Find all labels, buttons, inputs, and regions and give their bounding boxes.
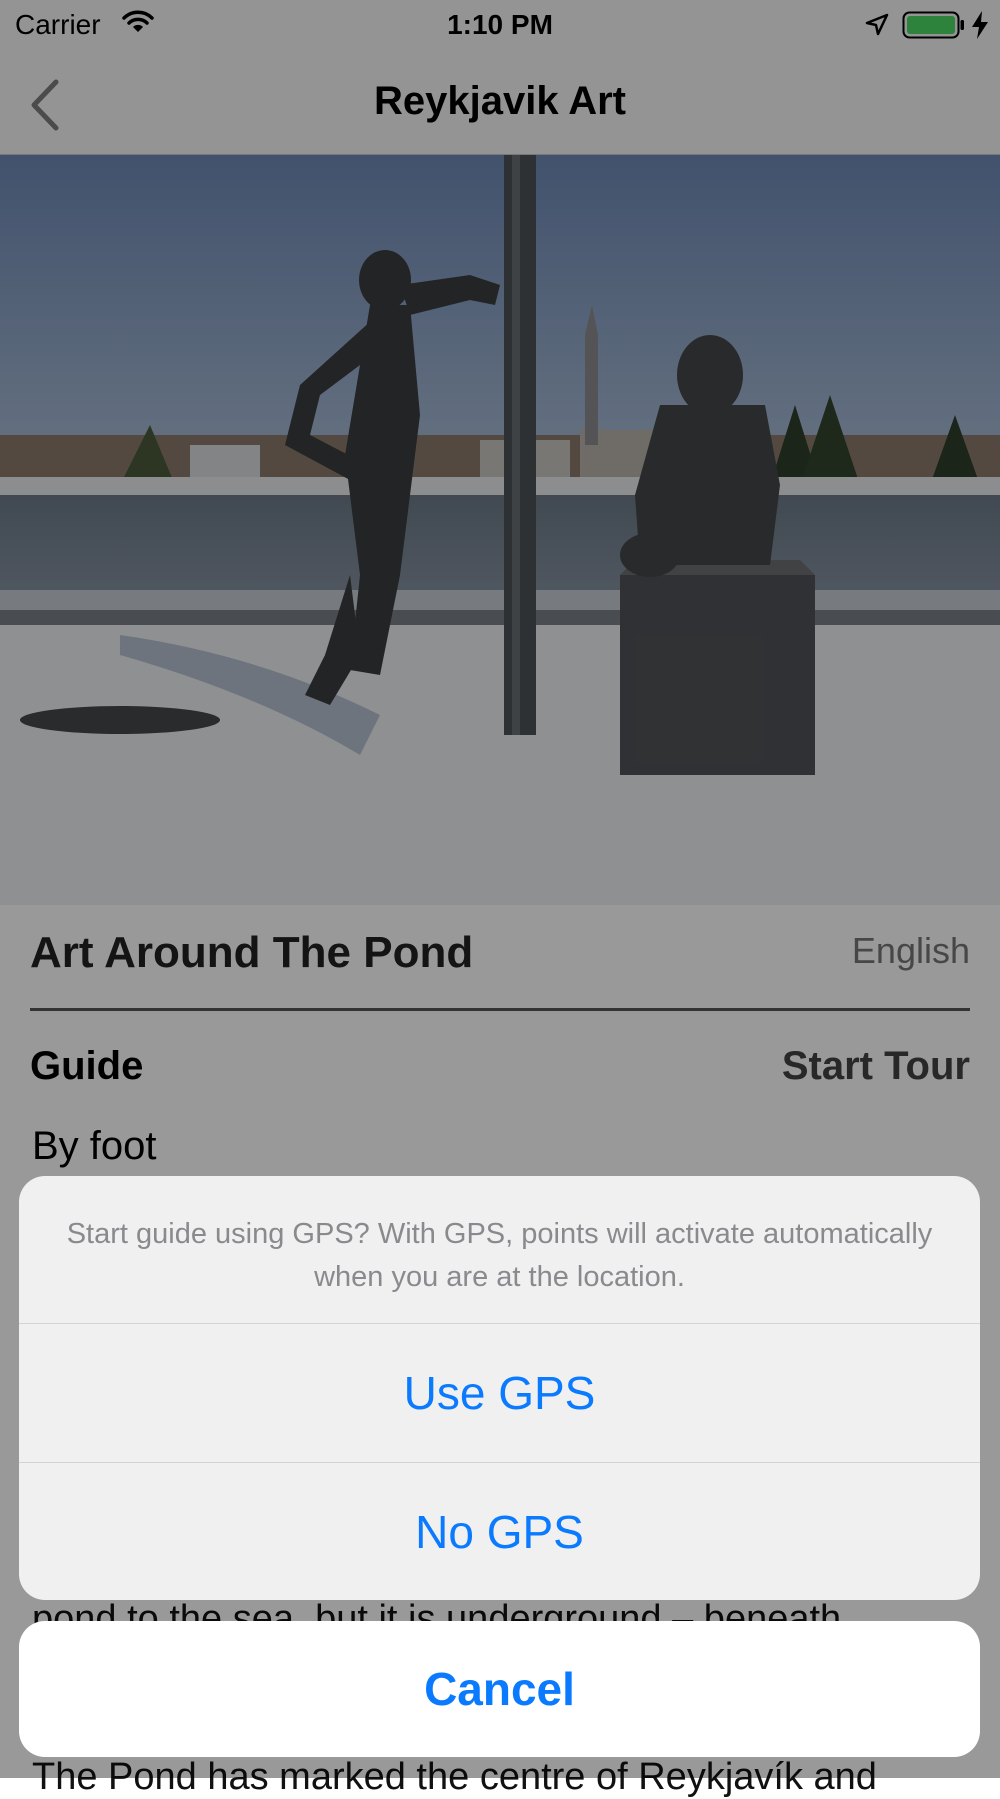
action-sheet-message: Start guide using GPS? With GPS, points … [19, 1176, 980, 1324]
app-screen: Carrier 1:10 PM Reykjavik Art Art Around… [0, 0, 1000, 1798]
use-gps-button[interactable]: Use GPS [19, 1324, 980, 1463]
cancel-button[interactable]: Cancel [19, 1621, 980, 1757]
gps-action-sheet: Start guide using GPS? With GPS, points … [19, 1176, 980, 1600]
no-gps-button[interactable]: No GPS [19, 1463, 980, 1600]
